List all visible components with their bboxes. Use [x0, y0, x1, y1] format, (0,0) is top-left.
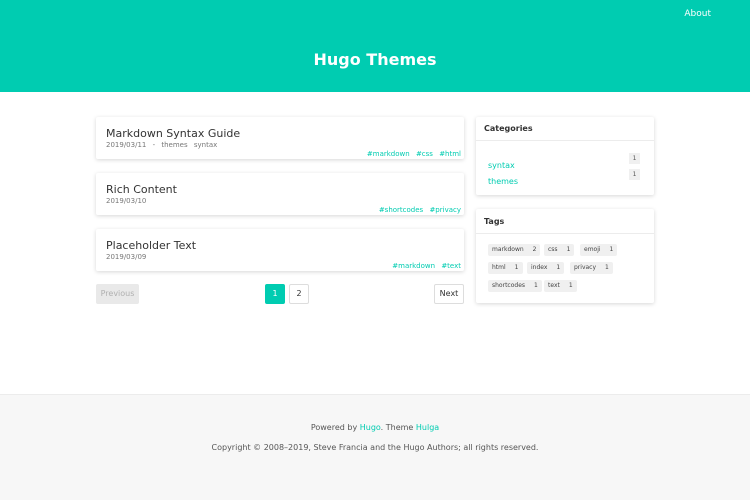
hugo-link[interactable]: Hugo — [360, 423, 381, 432]
post-tag-link[interactable]: #text — [441, 262, 461, 270]
tag-name: text — [548, 282, 560, 289]
tags-widget: Tags markdown 2 css 1 emoji 1 html 1 index 1 … — [476, 209, 654, 303]
site-footer: Powered by Hugo. Theme Hulga Copyright ©… — [0, 394, 750, 500]
widget-title: Tags — [476, 209, 654, 234]
post-title[interactable]: Markdown Syntax Guide — [106, 127, 240, 140]
post-date: 2019/03/10 — [106, 197, 147, 205]
nav-link-about[interactable]: About — [684, 9, 711, 19]
post-card-rich-content[interactable]: Rich Content 2019/03/10 #shortcodes #pri… — [96, 173, 464, 215]
post-tag-link[interactable]: #html — [439, 150, 461, 158]
categories-widget: Categories syntax 1 themes 1 — [476, 117, 654, 195]
category-item-syntax[interactable]: syntax 1 — [488, 153, 640, 170]
tag-chip-css[interactable]: css 1 — [544, 244, 575, 256]
post-tag-link[interactable]: #markdown — [367, 150, 410, 158]
tag-chip-shortcodes[interactable]: shortcodes 1 — [488, 280, 542, 292]
tag-count: 1 — [534, 282, 538, 289]
tag-count: 2 — [532, 246, 537, 253]
theme-prefix: . Theme — [380, 423, 414, 432]
pagination-page-1[interactable]: 1 — [265, 284, 285, 304]
post-tag-link[interactable]: #css — [416, 150, 433, 158]
post-meta: 2019/03/11 - themes syntax — [106, 141, 221, 149]
post-category-link[interactable]: syntax — [194, 141, 217, 149]
post-category-link[interactable]: themes — [161, 141, 187, 149]
tag-count: 1 — [556, 264, 561, 271]
post-meta: 2019/03/10 — [106, 197, 146, 205]
site-header: About Hugo Themes — [0, 0, 750, 92]
tag-chip-index[interactable]: index 1 — [527, 262, 565, 274]
tag-chip-markdown[interactable]: markdown 2 — [488, 244, 541, 256]
tag-count: 1 — [566, 246, 571, 253]
post-tag-link[interactable]: #markdown — [392, 262, 435, 270]
tag-chip-text[interactable]: text 1 — [544, 280, 577, 292]
tag-name: html — [492, 264, 506, 271]
category-link[interactable]: themes — [488, 177, 518, 186]
post-card-placeholder-text[interactable]: Placeholder Text 2019/03/09 #markdown #t… — [96, 229, 464, 271]
post-title[interactable]: Placeholder Text — [106, 239, 196, 252]
post-card-markdown-syntax-guide[interactable]: Markdown Syntax Guide 2019/03/11 - theme… — [96, 117, 464, 159]
pagination-next-button[interactable]: Next — [434, 284, 464, 304]
meta-separator: - — [152, 141, 156, 149]
category-count-badge: 1 — [629, 153, 640, 164]
pagination-previous-button: Previous — [96, 284, 139, 304]
tag-name: shortcodes — [492, 282, 526, 289]
post-tag-link[interactable]: #shortcodes — [379, 206, 423, 214]
theme-link[interactable]: Hulga — [416, 423, 439, 432]
pagination-page-2[interactable]: 2 — [289, 284, 309, 304]
tag-count: 1 — [568, 282, 573, 289]
post-tag-link[interactable]: #privacy — [429, 206, 461, 214]
post-tags: #markdown #text — [388, 262, 461, 270]
post-title[interactable]: Rich Content — [106, 183, 177, 196]
tag-count: 1 — [609, 246, 614, 253]
category-count-badge: 1 — [629, 169, 640, 180]
powered-prefix: Powered by — [310, 423, 358, 432]
tag-name: index — [531, 264, 548, 271]
tag-name: markdown — [492, 246, 524, 253]
post-date: 2019/03/09 — [106, 253, 147, 261]
tag-count: 1 — [605, 264, 609, 271]
tag-name: emoji — [584, 246, 601, 253]
tag-chip-emoji[interactable]: emoji 1 — [580, 244, 618, 256]
post-tags: #shortcodes #privacy — [375, 206, 461, 214]
tag-name: privacy — [574, 264, 597, 271]
widget-title: Categories — [476, 117, 654, 141]
tag-count: 1 — [514, 264, 519, 271]
tag-chip-privacy[interactable]: privacy 1 — [570, 262, 613, 274]
copyright-text: Copyright © 2008–2019, Steve Francia and… — [211, 443, 539, 452]
powered-by-line: Powered by Hugo. Theme Hulga — [0, 423, 750, 432]
post-date: 2019/03/11 — [106, 141, 147, 149]
post-tags: #markdown #css #html — [363, 150, 461, 158]
tag-chip-html[interactable]: html 1 — [488, 262, 523, 274]
tag-name: css — [548, 246, 558, 253]
category-item-themes[interactable]: themes 1 — [488, 169, 640, 186]
post-meta: 2019/03/09 — [106, 253, 146, 261]
site-title[interactable]: Hugo Themes — [0, 50, 750, 69]
